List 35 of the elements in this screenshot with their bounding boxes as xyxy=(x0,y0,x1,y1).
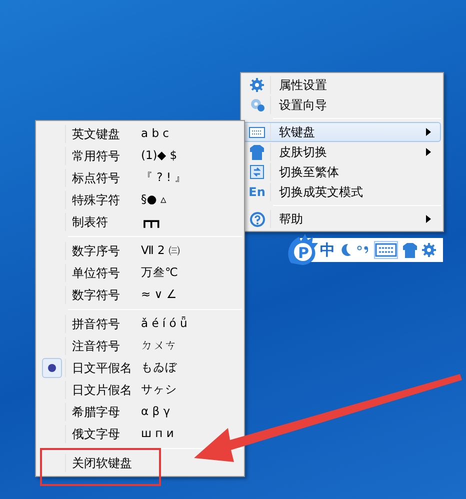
menu-item[interactable]: 制表符 ┏┳┓ xyxy=(38,211,242,233)
shirt-icon[interactable] xyxy=(403,242,417,258)
menu-item[interactable]: 帮助 xyxy=(243,209,441,229)
menu-item[interactable]: 英文键盘 a b c xyxy=(38,123,242,145)
en-icon: En xyxy=(248,183,266,201)
keyboard-icon xyxy=(249,126,265,138)
menu-item[interactable]: 软键盘 xyxy=(243,122,441,142)
shirt-icon xyxy=(250,144,264,160)
chinese-mode-toggle[interactable]: 中 xyxy=(320,242,335,258)
menu-item[interactable]: 设置向导 xyxy=(243,95,441,115)
menu-item[interactable]: 皮肤切换 xyxy=(243,142,441,162)
menu-item[interactable]: 特殊字符 §● ▵ xyxy=(38,189,242,211)
menu-item[interactable]: 属性设置 xyxy=(243,75,441,95)
menu-item[interactable]: 标点符号 『 ? ! 』 xyxy=(38,167,242,189)
menu-item[interactable]: En 切换成英文模式 xyxy=(243,182,441,202)
convert-icon xyxy=(250,165,264,179)
help-icon xyxy=(250,212,264,226)
menu-item[interactable]: 切换至繁体 xyxy=(243,162,441,182)
menu-item[interactable]: 日文片假名 サヶシ xyxy=(38,379,242,401)
menu-item[interactable]: 关闭软键盘 xyxy=(38,452,242,474)
keyboard-icon[interactable] xyxy=(374,241,398,259)
menu-item[interactable]: 注音符号 ㄉㄨㄘ xyxy=(38,335,242,357)
menu-item[interactable]: 常用符号 (1)◆ $ xyxy=(38,145,242,167)
menu-item[interactable]: 希腊字母 α β γ xyxy=(38,401,242,423)
menu-item[interactable]: 单位符号 万叁℃ xyxy=(38,262,242,284)
gear-icon[interactable] xyxy=(422,243,436,257)
punctuation-icon[interactable] xyxy=(357,245,369,255)
menu-item[interactable]: 数字序号 Ⅶ 2 ㈢ xyxy=(38,240,242,262)
menu-item[interactable]: 俄文字母 ш п и xyxy=(38,423,242,445)
menu-item[interactable]: 数字符号 ≈ ∨ ∠ xyxy=(38,284,242,306)
menu-item[interactable]: 拼音符号 ǎ é í ó ǖ xyxy=(38,313,242,335)
gears-icon xyxy=(250,98,264,112)
menu-item[interactable]: 日文平假名 もゐぼ xyxy=(38,357,242,379)
gear-icon xyxy=(250,78,264,92)
moon-icon[interactable] xyxy=(340,243,352,257)
